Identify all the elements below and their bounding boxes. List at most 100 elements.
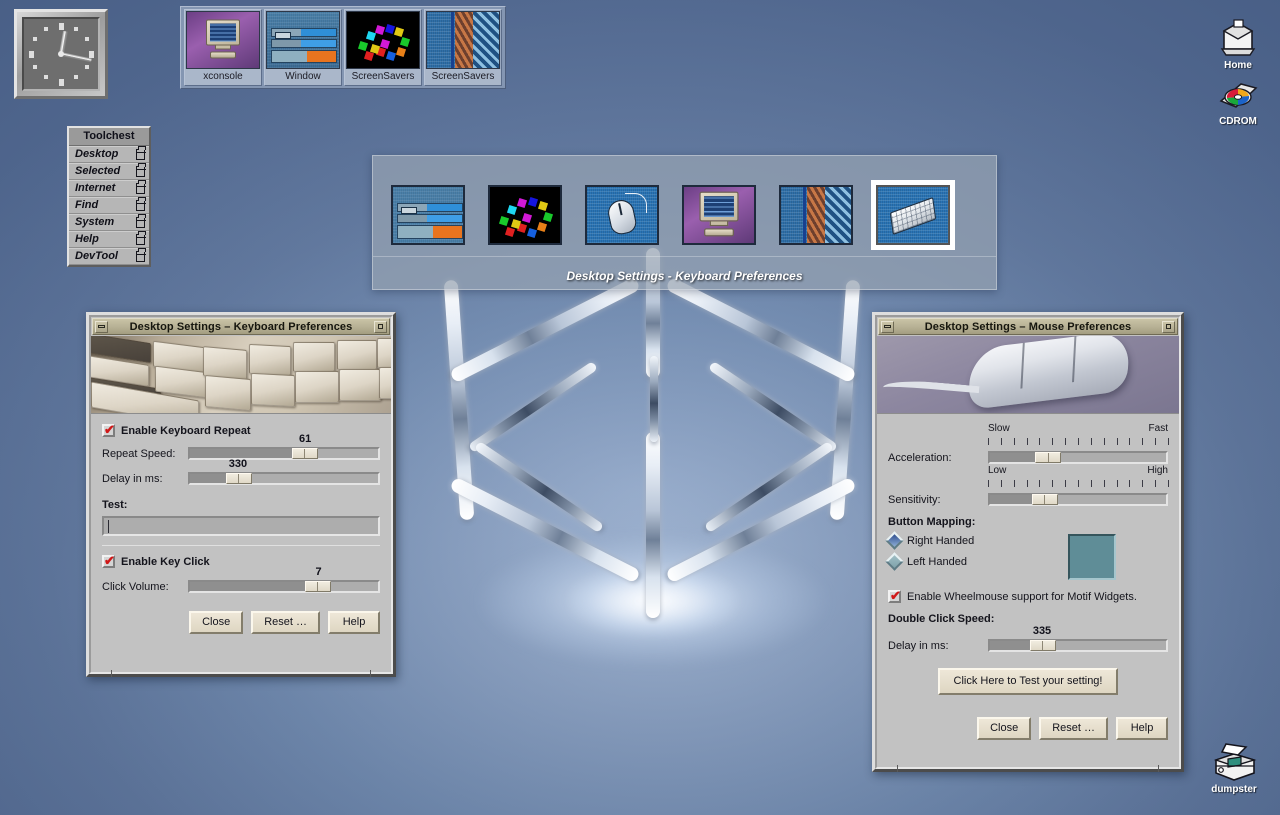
toolchest-item-internet[interactable]: Internet: [69, 180, 149, 197]
colored-squares-thumbnail: [346, 11, 420, 69]
delay-ms-thumb[interactable]: [225, 473, 252, 484]
wallpaper-chrome-cube: [438, 236, 868, 676]
minimize-button[interactable]: [881, 320, 894, 333]
dock-item-label: xconsole: [185, 69, 261, 85]
sensitivity-max-label: High: [1147, 465, 1168, 476]
double-click-slider[interactable]: [988, 639, 1168, 652]
keyboard-button-row: Close Reset … Help: [102, 611, 380, 634]
right-handed-radio[interactable]: [885, 531, 904, 550]
toolchest-item-label: Internet: [75, 182, 116, 194]
minimize-button[interactable]: [95, 320, 108, 333]
maximize-button[interactable]: [374, 320, 387, 333]
resize-grip[interactable]: [111, 670, 112, 677]
toolchest-item-desktop[interactable]: Desktop: [69, 146, 149, 163]
clock-hour-mark: [59, 79, 64, 87]
dock-item-window[interactable]: Window: [264, 9, 342, 86]
reset-button[interactable]: Reset …: [1039, 717, 1108, 740]
settings-icon-screensaver[interactable]: [488, 185, 562, 245]
reset-button[interactable]: Reset …: [251, 611, 320, 634]
settings-icon-mouse[interactable]: [585, 185, 659, 245]
enable-keyboard-repeat-checkbox[interactable]: [102, 422, 115, 437]
toolchest-menu: Toolchest Desktop Selected Internet Find…: [67, 126, 151, 267]
click-volume-slider[interactable]: [188, 580, 380, 593]
acceleration-slider[interactable]: [988, 451, 1168, 464]
settings-icon-background[interactable]: [779, 185, 853, 245]
delay-ms-value: 330: [228, 458, 248, 470]
mouse-button-row: Close Reset … Help: [888, 717, 1168, 740]
mouse-form: Slow Fast Acceleration: Low High Sensiti…: [877, 414, 1179, 767]
settings-icon-strip: [373, 156, 996, 256]
acceleration-max-label: Fast: [1148, 423, 1168, 434]
window-titlebar[interactable]: Desktop Settings – Keyboard Preferences: [92, 318, 390, 335]
clock-hour-mark: [33, 65, 38, 70]
acceleration-min-label: Slow: [988, 423, 1010, 434]
clock-hour-mark: [44, 75, 49, 80]
dock-item-screensavers-2[interactable]: ScreenSavers: [424, 9, 502, 86]
desktop-icon-label: dumpster: [1211, 784, 1257, 795]
settings-icon-window[interactable]: [391, 185, 465, 245]
button-mapping-heading: Button Mapping:: [888, 516, 976, 528]
window-titlebar[interactable]: Desktop Settings – Mouse Preferences: [878, 318, 1178, 335]
menu-drawer-icon: [135, 146, 146, 160]
window-capture-thumbnail: [266, 11, 340, 69]
menu-drawer-icon: [135, 231, 146, 245]
icon-dock: xconsole Window ScreenSavers ScreenSaver…: [180, 6, 506, 89]
double-click-value: 335: [1032, 625, 1052, 637]
desktop-settings-panel: Desktop Settings - Keyboard Preferences: [372, 155, 997, 290]
sensitivity-slider[interactable]: [988, 493, 1168, 506]
repeat-speed-thumb[interactable]: [291, 448, 318, 459]
panel-divider: [373, 256, 996, 257]
dock-item-xconsole[interactable]: xconsole: [184, 9, 262, 86]
dock-item-screensavers-1[interactable]: ScreenSavers: [344, 9, 422, 86]
double-click-test-button[interactable]: Click Here to Test your setting!: [937, 668, 1119, 695]
desktop-icon-dumpster[interactable]: dumpster: [1198, 740, 1270, 795]
computer-thumbnail: [186, 11, 260, 69]
maximize-icon: [378, 324, 383, 329]
test-input[interactable]: [102, 516, 380, 536]
repeat-speed-slider[interactable]: [188, 447, 380, 460]
resize-grip[interactable]: [897, 765, 898, 772]
repeat-speed-label: Repeat Speed:: [102, 447, 176, 460]
toolchest-item-label: Selected: [75, 165, 121, 177]
toolchest-item-system[interactable]: System: [69, 214, 149, 231]
sensitivity-ticks: [988, 478, 1169, 487]
dumpster-trash-icon: [1198, 740, 1270, 784]
settings-icon-console[interactable]: [682, 185, 756, 245]
click-volume-thumb[interactable]: [304, 581, 331, 592]
keyboard-photo: [91, 336, 391, 414]
help-button[interactable]: Help: [1116, 717, 1168, 740]
text-caret: [108, 519, 109, 533]
double-click-delay-label: Delay in ms:: [888, 639, 949, 652]
enable-keyboard-repeat-label: Enable Keyboard Repeat: [121, 424, 251, 437]
toolchest-item-find[interactable]: Find: [69, 197, 149, 214]
clock-hour-mark: [59, 22, 64, 30]
menu-drawer-icon: [135, 163, 146, 177]
close-button[interactable]: Close: [189, 611, 244, 634]
maximize-button[interactable]: [1162, 320, 1175, 333]
double-click-thumb[interactable]: [1029, 640, 1056, 651]
cdrom-disc-icon: [1202, 72, 1274, 116]
enable-key-click-checkbox[interactable]: [102, 553, 115, 568]
toolchest-item-help[interactable]: Help: [69, 231, 149, 248]
sensitivity-thumb[interactable]: [1031, 494, 1058, 505]
enable-key-click-label: Enable Key Click: [121, 555, 210, 568]
desktop-icon-home[interactable]: Home: [1202, 16, 1274, 71]
left-handed-radio[interactable]: [885, 552, 904, 571]
analog-clock[interactable]: [14, 9, 108, 99]
clock-hour-mark: [44, 26, 49, 31]
wheelmouse-checkbox[interactable]: [888, 588, 901, 603]
left-handed-label: Left Handed: [907, 555, 967, 568]
toolchest-item-devtool[interactable]: DevTool: [69, 248, 149, 265]
delay-ms-slider[interactable]: [188, 472, 380, 485]
desktop-icon-cdrom[interactable]: CDROM: [1202, 72, 1274, 127]
close-button[interactable]: Close: [977, 717, 1032, 740]
resize-grip[interactable]: [370, 670, 371, 677]
resize-grip[interactable]: [1158, 765, 1159, 772]
right-handed-label: Right Handed: [907, 534, 975, 547]
help-button[interactable]: Help: [328, 611, 380, 634]
settings-icon-keyboard[interactable]: [871, 180, 955, 250]
weave-texture-thumbnail: [426, 11, 500, 69]
acceleration-thumb[interactable]: [1035, 452, 1062, 463]
toolchest-item-selected[interactable]: Selected: [69, 163, 149, 180]
desktop-root: xconsole Window ScreenSavers ScreenSaver…: [0, 0, 1280, 815]
